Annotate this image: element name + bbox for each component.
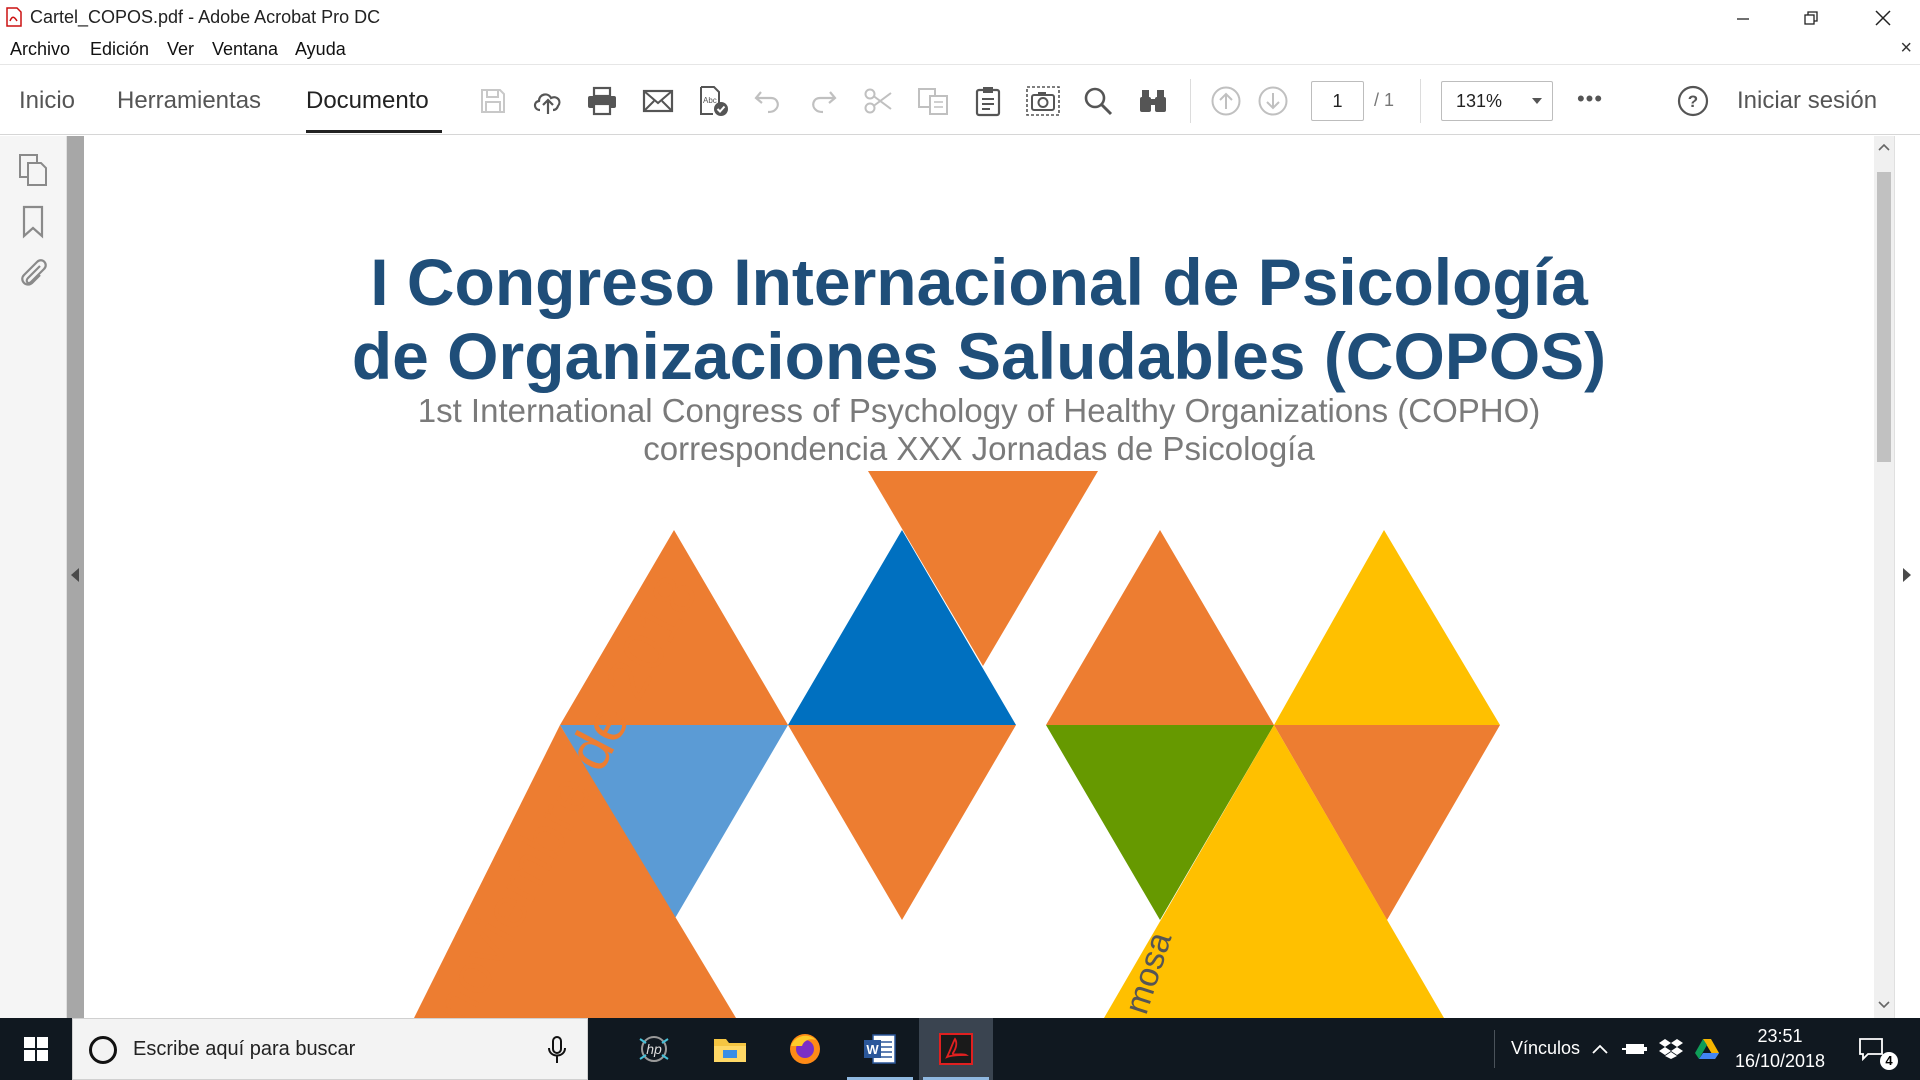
triangle <box>788 725 1016 920</box>
taskbar-app-hp[interactable]: hp <box>617 1018 691 1080</box>
document-view[interactable]: noviembre de 2018 mosa I Congreso Intern… <box>84 136 1874 1018</box>
close-document-button[interactable]: × <box>1900 37 1912 60</box>
close-window-button[interactable] <box>1850 0 1916 35</box>
tab-herramientas[interactable]: Herramientas <box>117 87 261 115</box>
menu-bar: Archivo Edición Ver Ventana Ayuda × <box>0 35 1920 64</box>
right-pane-collapse-handle[interactable] <box>1894 136 1920 1018</box>
find-binoculars-icon[interactable] <box>1135 83 1171 119</box>
clock-date[interactable]: 16/10/2018 <box>1726 1051 1834 1072</box>
taskbar-search-placeholder: Escribe aquí para buscar <box>133 1038 356 1060</box>
pdf-file-icon <box>5 7 23 27</box>
chevron-right-icon <box>1903 568 1911 582</box>
chevron-down-icon <box>1532 98 1542 104</box>
window-title: Cartel_COPOS.pdf - Adobe Acrobat Pro DC <box>30 7 381 27</box>
taskbar: Escribe aquí para buscar hp W Vínculos 2… <box>0 1018 1920 1080</box>
title-bar: Cartel_COPOS.pdf - Adobe Acrobat Pro DC <box>0 0 1920 35</box>
left-pane-collapse-handle[interactable] <box>67 136 84 1018</box>
restore-button[interactable] <box>1778 0 1844 35</box>
save-icon[interactable] <box>475 83 511 119</box>
next-page-icon[interactable] <box>1255 83 1291 119</box>
vertical-scrollbar[interactable] <box>1874 136 1894 1018</box>
word-icon: W <box>864 1034 896 1064</box>
triangle <box>1046 530 1274 725</box>
minimize-button[interactable] <box>1710 0 1776 35</box>
attachments-icon[interactable] <box>16 255 50 291</box>
chevron-up-icon[interactable] <box>1587 1036 1613 1062</box>
microphone-icon[interactable] <box>545 1035 569 1065</box>
chevron-left-icon <box>71 568 79 582</box>
paste-icon[interactable] <box>970 83 1006 119</box>
acrobat-icon <box>939 1033 973 1065</box>
print-icon[interactable] <box>584 83 620 119</box>
undo-icon[interactable] <box>750 83 786 119</box>
links-toolbar-label[interactable]: Vínculos <box>1511 1038 1580 1059</box>
tab-inicio[interactable]: Inicio <box>19 87 75 115</box>
cut-icon[interactable] <box>860 83 896 119</box>
hp-app-icon: hp <box>639 1036 669 1062</box>
dropbox-icon[interactable] <box>1658 1036 1684 1062</box>
tab-documento[interactable]: Documento <box>306 87 429 115</box>
taskbar-separator <box>1494 1030 1495 1068</box>
taskbar-app-firefox[interactable] <box>768 1018 842 1080</box>
zoom-value: 131% <box>1456 91 1503 111</box>
left-navigation-pane <box>0 136 67 1018</box>
menu-edicion[interactable]: Edición <box>90 39 149 60</box>
start-button[interactable] <box>0 1018 72 1080</box>
battery-plugged-icon[interactable] <box>1622 1036 1648 1062</box>
poster-subtitle-line-2: correspondencia XXX Jornadas de Psicolog… <box>643 430 1315 467</box>
snapshot-icon[interactable] <box>1025 83 1061 119</box>
menu-ayuda[interactable]: Ayuda <box>295 39 346 60</box>
menu-archivo[interactable]: Archivo <box>10 39 70 60</box>
toolbar: Inicio Herramientas Documento Abc 1 / 1 … <box>0 64 1920 135</box>
cloud-upload-icon[interactable] <box>530 83 566 119</box>
scrollbar-thumb[interactable] <box>1877 172 1891 462</box>
previous-page-icon[interactable] <box>1208 83 1244 119</box>
redo-icon[interactable] <box>805 83 841 119</box>
svg-text:Abc: Abc <box>703 96 717 105</box>
scroll-up-icon[interactable] <box>1878 142 1890 152</box>
help-glyph: ? <box>1688 92 1698 111</box>
taskbar-app-acrobat[interactable] <box>919 1018 993 1080</box>
bookmarks-icon[interactable] <box>16 204 50 240</box>
poster-title-line-2: de Organizaciones Saludables (COPOS) <box>351 319 1607 393</box>
taskbar-search[interactable]: Escribe aquí para buscar <box>72 1018 588 1080</box>
page-thumbnails-icon[interactable] <box>16 152 50 188</box>
page-total: / 1 <box>1374 90 1395 110</box>
zoom-select[interactable]: 131% <box>1441 81 1553 121</box>
scroll-down-icon[interactable] <box>1878 1000 1890 1010</box>
toolbar-separator <box>1420 79 1421 123</box>
active-tab-indicator <box>306 130 442 133</box>
google-drive-icon[interactable] <box>1694 1036 1720 1062</box>
search-icon[interactable] <box>1080 83 1116 119</box>
taskbar-app-file-explorer[interactable] <box>693 1018 767 1080</box>
sign-in-button[interactable]: Iniciar sesión <box>1737 87 1877 115</box>
email-icon[interactable] <box>640 83 676 119</box>
cortana-icon <box>89 1036 117 1064</box>
firefox-icon <box>790 1034 820 1064</box>
taskbar-app-word[interactable]: W <box>843 1018 917 1080</box>
svg-text:hp: hp <box>646 1041 662 1057</box>
page-number-input[interactable] <box>1311 81 1364 121</box>
poster-subtitle-line-1: 1st International Congress of Psychology… <box>417 392 1541 429</box>
svg-text:W: W <box>866 1042 879 1057</box>
clock-time[interactable]: 23:51 <box>1736 1026 1824 1047</box>
menu-ventana[interactable]: Ventana <box>212 39 278 60</box>
triangle <box>1274 530 1500 725</box>
menu-ver[interactable]: Ver <box>167 39 194 60</box>
folder-icon <box>714 1039 746 1062</box>
spell-check-icon[interactable]: Abc <box>695 83 731 119</box>
windows-logo-icon <box>24 1037 48 1061</box>
copy-icon[interactable] <box>915 83 951 119</box>
toolbar-separator <box>1190 79 1191 123</box>
notification-count-badge: 4 <box>1880 1052 1898 1070</box>
help-icon[interactable]: ? <box>1675 83 1711 119</box>
more-tools-button[interactable]: ••• <box>1572 81 1608 117</box>
poster-title-line-1: I Congreso Internacional de Psicología <box>370 245 1588 319</box>
